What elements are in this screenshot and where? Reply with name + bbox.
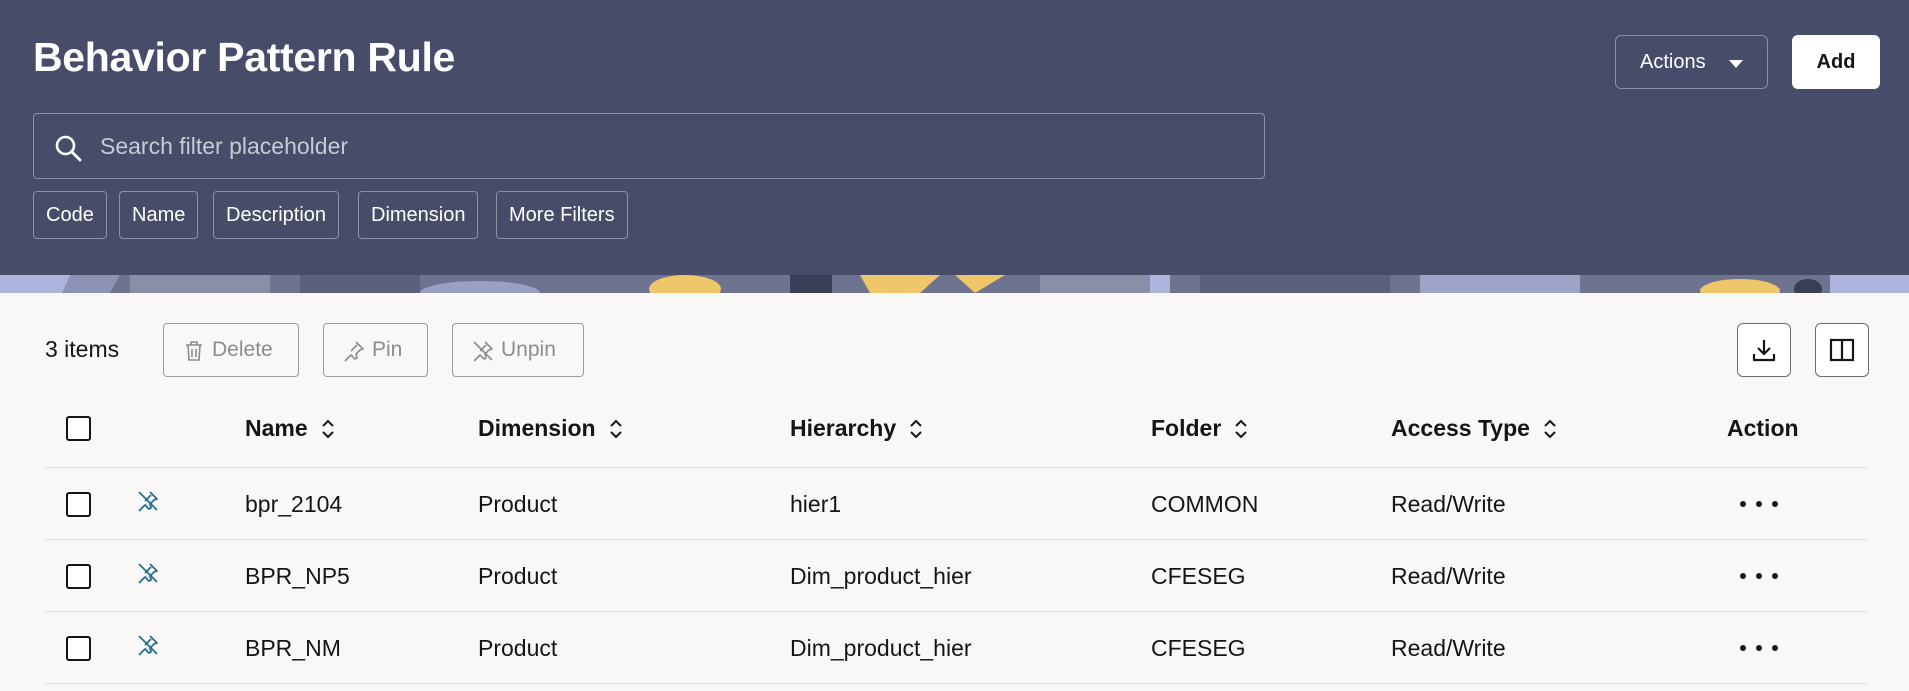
select-all-checkbox[interactable]: [66, 416, 91, 441]
cell-name: BPR_NM: [245, 635, 341, 661]
column-label: Access Type: [1391, 415, 1530, 441]
column-header-action: Action: [1727, 415, 1799, 442]
add-button[interactable]: Add: [1792, 35, 1880, 89]
pin-icon: [344, 341, 364, 362]
download-icon: [1752, 340, 1776, 362]
column-header-access-type[interactable]: Access Type: [1391, 415, 1558, 442]
pin-label: Pin: [372, 338, 403, 361]
sort-icon: [1235, 419, 1247, 438]
cell-hierarchy: Dim_product_hier: [790, 563, 972, 589]
cell-hierarchy: Dim_product_hier: [790, 635, 972, 661]
column-header-dimension[interactable]: Dimension: [478, 415, 624, 442]
column-label: Dimension: [478, 415, 596, 441]
column-header-folder[interactable]: Folder: [1151, 415, 1249, 442]
row-divider: [45, 539, 1868, 540]
row-divider: [45, 611, 1868, 612]
column-label: Name: [245, 415, 308, 441]
cell-hierarchy: hier1: [790, 491, 842, 517]
cell-dimension: Product: [478, 635, 558, 661]
column-label: Action: [1727, 415, 1799, 441]
cell-access-type: Read/Write: [1391, 635, 1506, 661]
unpin-icon[interactable]: [136, 633, 160, 657]
unpin-icon[interactable]: [136, 561, 160, 585]
cell-access-type: Read/Write: [1391, 491, 1506, 517]
row-checkbox[interactable]: [66, 492, 91, 517]
column-header-name[interactable]: Name: [245, 415, 336, 442]
row-actions-menu[interactable]: [1740, 566, 1778, 586]
filter-chip-dimension[interactable]: Dimension: [358, 191, 479, 239]
cell-dimension: Product: [478, 491, 558, 517]
cell-name: BPR_NP5: [245, 563, 350, 589]
unpin-label: Unpin: [501, 338, 556, 361]
filter-chip-description[interactable]: Description: [213, 191, 340, 239]
search-bar: [33, 113, 1265, 179]
row-divider: [45, 467, 1868, 468]
sort-icon: [321, 419, 334, 438]
actions-label: Actions: [1640, 50, 1706, 73]
columns-icon: [1829, 338, 1855, 362]
unpin-button[interactable]: Unpin: [452, 323, 584, 377]
page-header: Behavior Pattern Rule Actions Add Code N…: [0, 0, 1909, 275]
cell-folder: COMMON: [1151, 491, 1259, 517]
cell-dimension: Product: [478, 563, 558, 589]
page-title: Behavior Pattern Rule: [33, 34, 456, 80]
row-divider: [45, 683, 1868, 684]
decorative-banner: [0, 275, 1909, 293]
filter-chip-name[interactable]: Name: [119, 191, 199, 239]
sort-icon: [609, 419, 622, 438]
download-button[interactable]: [1737, 323, 1791, 377]
search-input[interactable]: [100, 114, 1250, 178]
cell-folder: CFESEG: [1151, 563, 1246, 589]
row-actions-menu[interactable]: [1740, 494, 1778, 514]
delete-button[interactable]: Delete: [163, 323, 299, 377]
column-header-hierarchy[interactable]: Hierarchy: [790, 415, 924, 442]
columns-button[interactable]: [1815, 323, 1869, 377]
sort-icon: [1544, 419, 1556, 438]
cell-access-type: Read/Write: [1391, 563, 1506, 589]
column-label: Folder: [1151, 415, 1222, 441]
pin-button[interactable]: Pin: [323, 323, 428, 377]
row-actions-menu[interactable]: [1740, 638, 1778, 658]
item-count: 3 items: [45, 336, 120, 362]
delete-label: Delete: [212, 338, 273, 361]
column-label: Hierarchy: [790, 415, 897, 441]
trash-icon: [186, 341, 202, 361]
cell-name: bpr_2104: [245, 491, 343, 517]
unpin-icon: [473, 341, 493, 362]
sort-icon: [910, 419, 922, 438]
row-checkbox[interactable]: [66, 636, 91, 661]
filter-chip-code[interactable]: Code: [33, 191, 107, 239]
unpin-icon[interactable]: [136, 489, 160, 513]
caret-down-icon: [1729, 60, 1743, 68]
filter-chip-more-filters[interactable]: More Filters: [496, 191, 628, 239]
cell-folder: CFESEG: [1151, 635, 1246, 661]
search-icon: [55, 135, 82, 162]
actions-menu-button[interactable]: Actions: [1615, 35, 1768, 89]
row-checkbox[interactable]: [66, 564, 91, 589]
